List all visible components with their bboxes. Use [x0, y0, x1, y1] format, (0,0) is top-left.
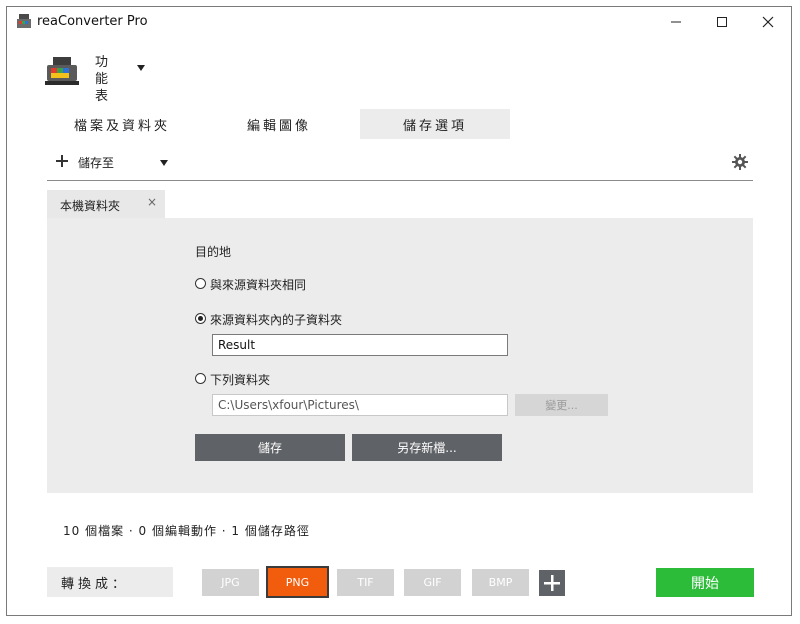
add-icon[interactable] — [55, 154, 69, 168]
menu-dropdown-icon[interactable] — [137, 65, 145, 71]
subtab-local-folder[interactable]: 本機資料夾 × — [47, 190, 165, 218]
minimize-button[interactable] — [653, 7, 699, 37]
close-icon — [762, 16, 774, 28]
maximize-button[interactable] — [699, 7, 745, 37]
format-bmp-button[interactable]: BMP — [472, 569, 529, 596]
tab-save-options[interactable]: 儲存選項 — [360, 109, 510, 139]
convert-to-label: 轉換成： — [47, 567, 173, 597]
tab-files-folders[interactable]: 檔案及資料夾 — [47, 109, 197, 139]
save-button[interactable]: 儲存 — [195, 434, 345, 461]
save-to-dropdown[interactable]: 儲存至 — [78, 154, 114, 171]
gear-icon[interactable] — [732, 154, 748, 170]
minimize-icon — [671, 21, 681, 23]
radio-subfolder-label[interactable]: 來源資料夾內的子資料夾 — [210, 311, 342, 328]
window-title: reaConverter Pro — [37, 14, 148, 29]
app-window: reaConverter Pro 功能表 檔案及資料夾 編輯圖像 儲存選項 儲存… — [6, 6, 792, 616]
format-tif-button[interactable]: TIF — [337, 569, 394, 596]
app-icon — [17, 14, 31, 28]
toolbar-divider — [47, 180, 753, 181]
subtab-close-icon[interactable]: × — [147, 195, 157, 209]
title-bar: reaConverter Pro — [7, 7, 791, 37]
maximize-icon — [717, 17, 727, 27]
menu-app-icon[interactable] — [45, 55, 79, 87]
close-button[interactable] — [745, 7, 791, 37]
save-as-button[interactable]: 另存新檔... — [352, 434, 502, 461]
add-format-icon[interactable] — [539, 570, 565, 596]
radio-same-folder-label[interactable]: 與來源資料夾相同 — [210, 276, 306, 293]
format-png-button[interactable]: PNG — [266, 566, 329, 598]
format-jpg-button[interactable]: JPG — [202, 569, 259, 596]
radio-same-folder[interactable] — [195, 278, 206, 289]
start-button[interactable]: 開始 — [656, 568, 754, 597]
radio-subfolder[interactable] — [195, 313, 206, 324]
change-folder-button[interactable]: 變更... — [515, 394, 608, 416]
radio-specific-folder[interactable] — [195, 373, 206, 384]
folder-path-input[interactable]: C:\Users\xfour\Pictures\ — [212, 394, 508, 416]
subtab-label: 本機資料夾 — [60, 199, 121, 213]
chevron-down-icon[interactable] — [160, 160, 168, 166]
format-gif-button[interactable]: GIF — [404, 569, 461, 596]
tab-edit-images[interactable]: 編輯圖像 — [204, 109, 354, 139]
destination-heading: 目的地 — [195, 245, 232, 259]
radio-specific-folder-label[interactable]: 下列資料夾 — [210, 371, 270, 388]
menu-label[interactable]: 功能表 — [95, 54, 115, 105]
status-summary: 10 個檔案 · 0 個編輯動作 · 1 個儲存路徑 — [63, 524, 310, 538]
subfolder-name-input[interactable]: Result — [212, 334, 508, 356]
